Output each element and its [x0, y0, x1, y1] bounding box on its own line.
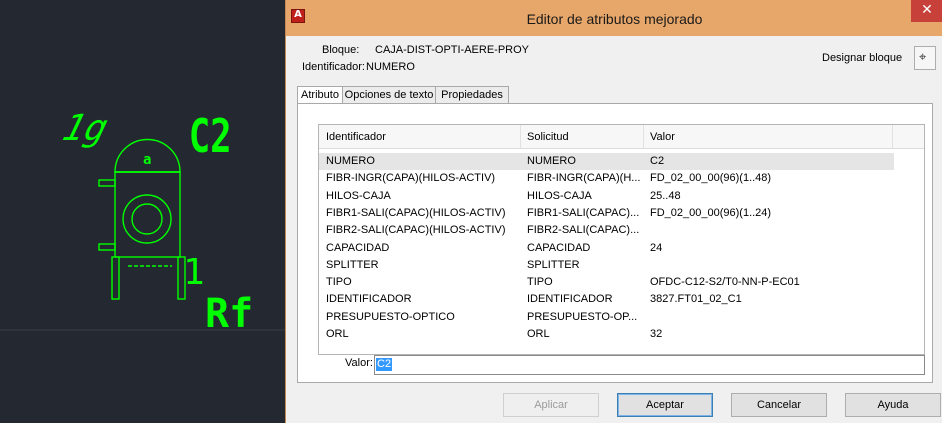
dialog-title: Editor de atributos mejorado	[526, 11, 703, 27]
cad-label-a: a	[143, 152, 151, 168]
cell-value: FD_02_00_00(96)(1..48)	[650, 172, 772, 185]
table-header: Identificador Solicitud Valor	[319, 125, 924, 149]
cell-identifier: CAPACIDAD	[326, 241, 390, 254]
cell-identifier: PRESUPUESTO-OPTICO	[326, 310, 455, 323]
cell-value: 32	[650, 328, 663, 340]
column-header-prompt[interactable]: Solicitud	[520, 125, 644, 149]
table-row[interactable]: FIBR2-SALI(CAPAC)(HILOS-ACTIV) FIBR2-SALI…	[319, 222, 894, 239]
table-row[interactable]: FIBR-INGR(CAPA)(HILOS-ACTIV) FIBR-INGR(CA…	[319, 170, 894, 187]
cell-identifier: FIBR-INGR(CAPA)(HILOS-ACTIV)	[326, 172, 496, 185]
table-row[interactable]: ORL ORL 32	[319, 326, 894, 343]
cell-value: FD_02_00_00(96)(1..24)	[650, 206, 772, 219]
cell-prompt: FIBR2-SALI(CAPAC)...	[527, 224, 640, 237]
cancel-button[interactable]: Cancelar	[731, 393, 827, 417]
column-header-value[interactable]: Valor	[643, 125, 893, 149]
cell-prompt: PRESUPUESTO-OP...	[527, 310, 638, 323]
table-row[interactable]: SPLITTER SPLITTER	[319, 257, 894, 274]
cell-identifier: FIBR1-SALI(CAPAC)(HILOS-ACTIV)	[326, 206, 506, 219]
enhanced-attribute-editor-dialog: A Editor de atributos mejorado ✕ Bloque:…	[285, 0, 942, 423]
cad-label-rf: Rf	[205, 291, 253, 337]
cell-value: 3827.FT01_02_C1	[650, 293, 742, 306]
cell-identifier: FIBR2-SALI(CAPAC)(HILOS-ACTIV)	[326, 224, 506, 237]
block-name-value: CAJA-DIST-OPTI-AERE-PROY	[375, 44, 530, 56]
cell-identifier: ORL	[326, 328, 349, 340]
value-label: Valor:	[345, 357, 373, 369]
cell-value: C2	[650, 155, 665, 167]
table-row[interactable]: HILOS-CAJA HILOS-CAJA 25..48	[319, 188, 894, 205]
table-row[interactable]: PRESUPUESTO-OPTICO PRESUPUESTO-OP...	[319, 309, 894, 326]
table-row[interactable]: NUMERO NUMERO C2	[319, 153, 894, 170]
cell-identifier: NUMERO	[326, 155, 375, 167]
cad-drawing-canvas[interactable]: C2 1g a 1 Rf	[0, 0, 290, 423]
table-row[interactable]: FIBR1-SALI(CAPAC)(HILOS-ACTIV) FIBR1-SALI…	[319, 205, 894, 222]
close-button[interactable]: ✕	[911, 0, 942, 22]
attribute-tab-panel: Identificador Solicitud Valor NUMERO NUME…	[297, 103, 933, 383]
cell-prompt: CAPACIDAD	[527, 241, 591, 254]
select-block-button[interactable]: ⌖	[914, 46, 936, 70]
cell-identifier: TIPO	[326, 276, 352, 289]
cad-label-1: 1	[183, 252, 205, 293]
crosshair-pick-icon: ⌖	[919, 50, 927, 65]
title-bar[interactable]: A Editor de atributos mejorado ✕	[286, 0, 942, 36]
cad-label-c2: C2	[189, 109, 232, 163]
cell-identifier: SPLITTER	[326, 258, 379, 271]
identifier-label: Identificador:	[302, 61, 365, 73]
cad-label-1g: 1g	[58, 107, 113, 149]
cell-prompt: TIPO	[527, 276, 553, 289]
cell-prompt: FIBR1-SALI(CAPAC)...	[527, 206, 640, 219]
tab-text-options[interactable]: Opciones de texto	[342, 86, 436, 104]
value-input-selected-text: C2	[376, 358, 393, 371]
help-button[interactable]: Ayuda	[845, 393, 941, 417]
cell-prompt: NUMERO	[527, 155, 576, 167]
identifier-value: NUMERO	[366, 61, 415, 73]
attribute-table[interactable]: Identificador Solicitud Valor NUMERO NUME…	[318, 124, 925, 355]
value-input[interactable]: C2	[374, 355, 925, 375]
tab-properties[interactable]: Propiedades	[435, 86, 509, 104]
cell-prompt: HILOS-CAJA	[527, 189, 592, 202]
cell-prompt: IDENTIFICADOR	[527, 293, 613, 306]
column-header-identifier[interactable]: Identificador	[319, 125, 521, 149]
table-row[interactable]: CAPACIDAD CAPACIDAD 24	[319, 240, 894, 257]
cad-block-drawing: C2 1g a 1 Rf	[0, 107, 290, 337]
select-block-label: Designar bloque	[822, 52, 903, 64]
block-label: Bloque:	[322, 44, 360, 56]
cell-identifier: IDENTIFICADOR	[326, 293, 412, 306]
apply-button[interactable]: Aplicar	[503, 393, 599, 417]
cell-value: OFDC-C12-S2/T0-NN-P-EC01	[650, 276, 800, 289]
cell-identifier: HILOS-CAJA	[326, 189, 391, 202]
cell-prompt: ORL	[527, 328, 550, 340]
cell-value: 24	[650, 241, 663, 254]
table-row[interactable]: TIPO TIPO OFDC-C12-S2/T0-NN-P-EC01	[319, 274, 894, 291]
table-row[interactable]: IDENTIFICADOR IDENTIFICADOR 3827.FT01_02_C…	[319, 291, 894, 308]
cell-prompt: FIBR-INGR(CAPA)(H...	[527, 172, 641, 185]
cell-prompt: SPLITTER	[527, 258, 580, 271]
ok-button[interactable]: Aceptar	[617, 393, 713, 417]
cell-value: 25..48	[650, 189, 681, 202]
